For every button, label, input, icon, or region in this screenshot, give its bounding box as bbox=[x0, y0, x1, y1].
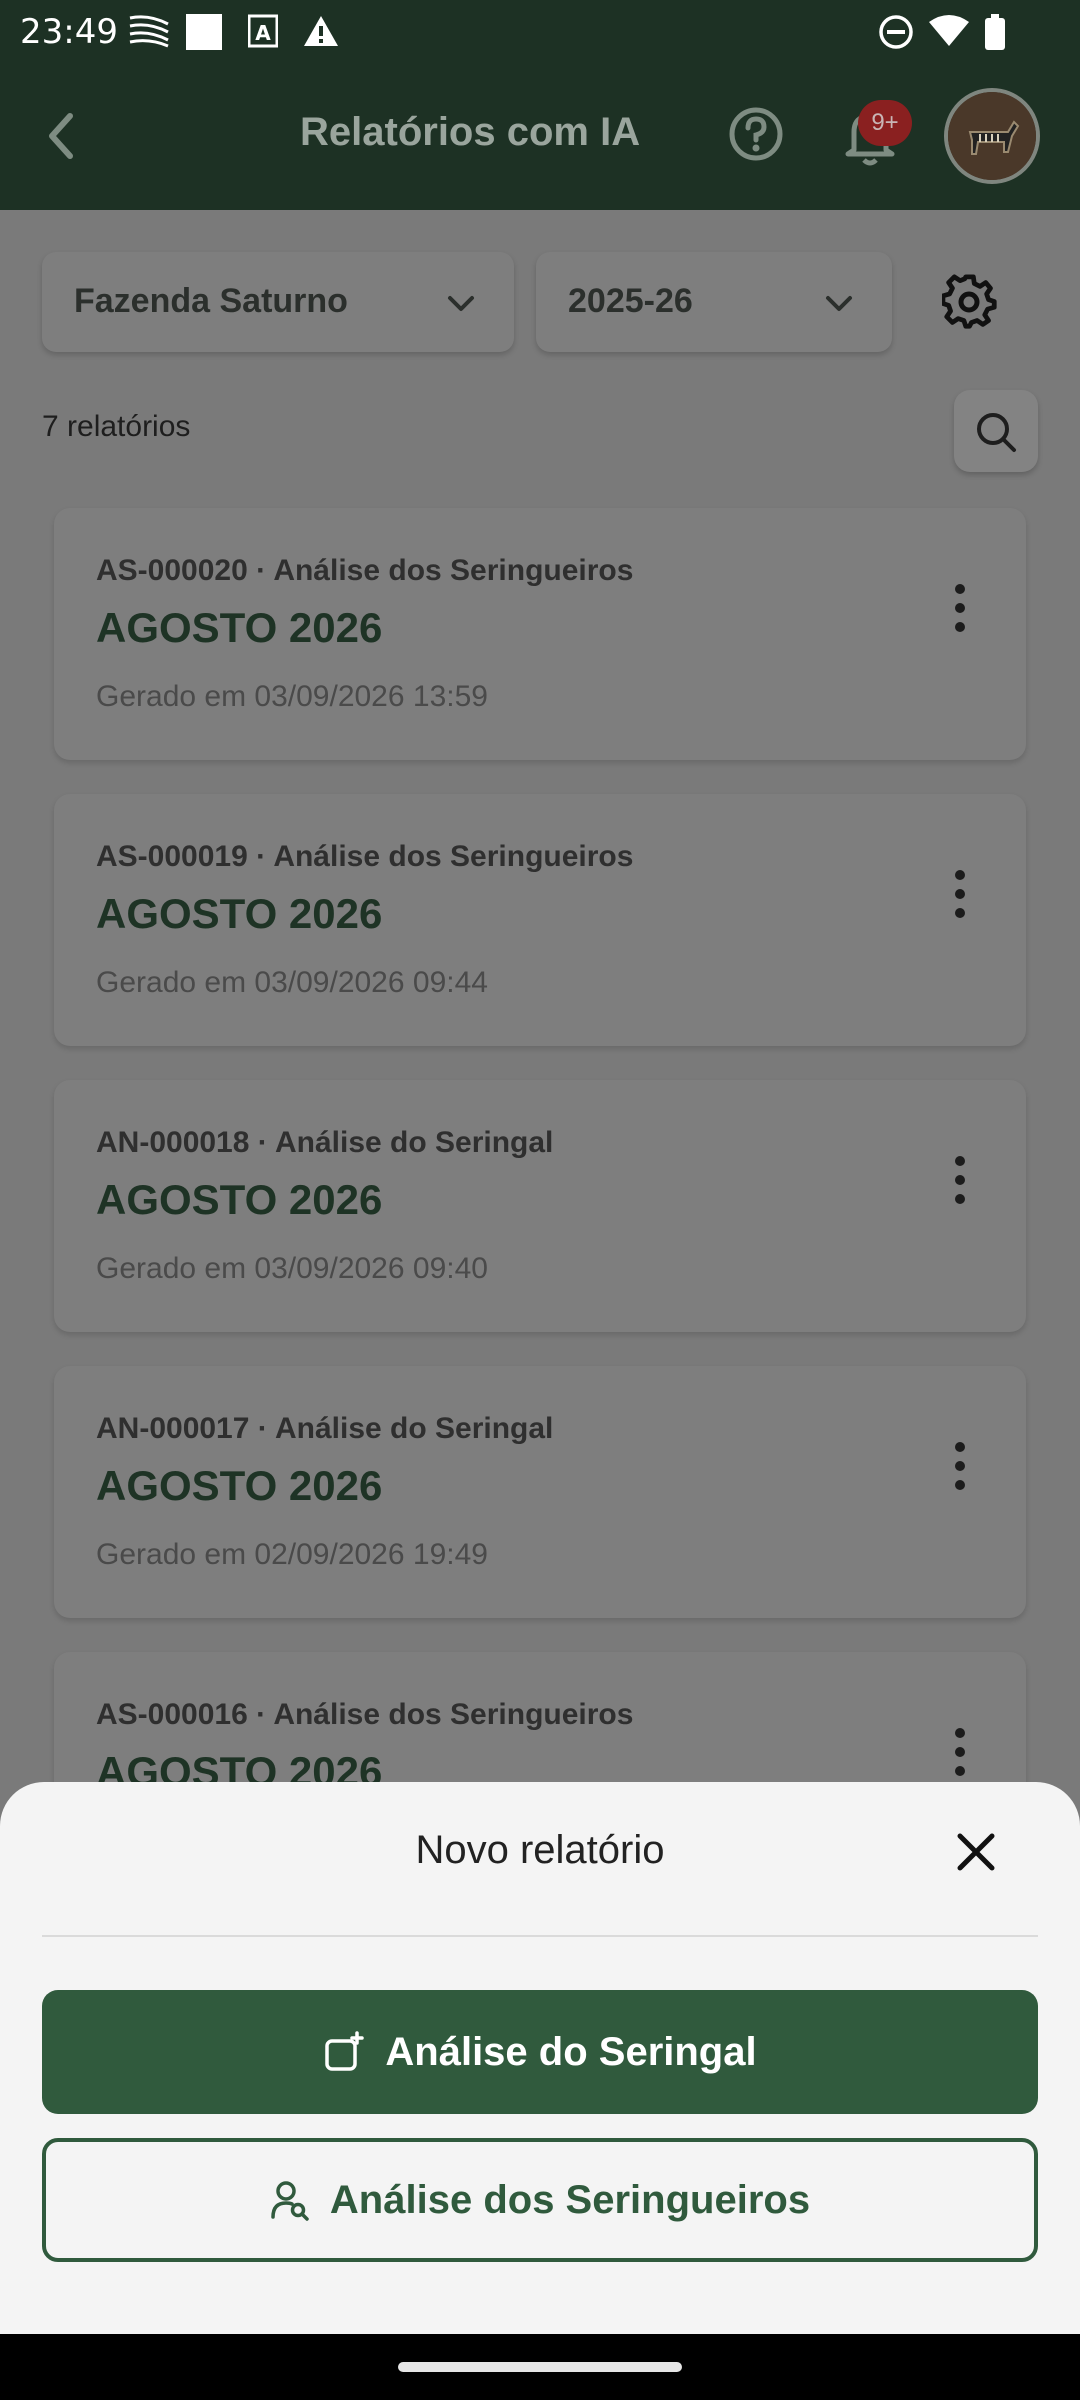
avatar[interactable] bbox=[944, 88, 1040, 184]
page-title: Relatórios com IA bbox=[300, 110, 641, 154]
season-dropdown-label: 2025-26 bbox=[568, 282, 693, 320]
more-options-icon[interactable] bbox=[948, 1156, 972, 1210]
analise-seringal-button[interactable]: Análise do Seringal bbox=[42, 1990, 1038, 2114]
back-arrow-icon[interactable] bbox=[32, 104, 96, 168]
add-report-icon bbox=[325, 2031, 365, 2071]
report-code: AN-000017 · Análise do Seringal bbox=[96, 1412, 554, 1445]
do-not-disturb-icon bbox=[879, 15, 913, 49]
app-bar: Relatórios com IA 9+ bbox=[0, 60, 1080, 210]
close-icon[interactable] bbox=[950, 1826, 1002, 1878]
svg-text:A: A bbox=[255, 21, 271, 45]
search-icon bbox=[977, 413, 1016, 452]
gear-icon[interactable] bbox=[942, 274, 998, 330]
report-period: AGOSTO 2026 bbox=[96, 1462, 383, 1509]
report-code: AS-000019 · Análise dos Seringueiros bbox=[96, 840, 634, 873]
grid-pattern-icon bbox=[129, 15, 169, 48]
report-code: AS-000016 · Análise dos Seringueiros bbox=[96, 1698, 634, 1731]
analise-seringal-label: Análise do Seringal bbox=[385, 2029, 757, 2074]
report-generated-date: Gerado em 02/09/2026 19:49 bbox=[96, 1538, 488, 1571]
text-a-icon: A bbox=[248, 14, 278, 48]
sheet-divider bbox=[42, 1935, 1038, 1937]
chevron-down-icon bbox=[448, 296, 474, 311]
report-code: AN-000018 · Análise do Seringal bbox=[96, 1126, 554, 1159]
search-button[interactable] bbox=[954, 390, 1038, 472]
report-generated-date: Gerado em 03/09/2026 09:44 bbox=[96, 966, 488, 999]
report-count: 7 relatórios bbox=[42, 410, 191, 443]
more-options-icon[interactable] bbox=[948, 1728, 972, 1782]
warning-icon bbox=[304, 16, 338, 46]
report-code: AS-000020 · Análise dos Seringueiros bbox=[96, 554, 634, 587]
battery-icon bbox=[985, 14, 1005, 50]
report-card[interactable]: AS-000019 · Análise dos Seringueiros AGO… bbox=[54, 794, 1026, 1046]
farm-dropdown-label: Fazenda Saturno bbox=[74, 282, 348, 320]
season-dropdown[interactable]: 2025-26 bbox=[536, 252, 892, 352]
more-options-icon[interactable] bbox=[948, 870, 972, 924]
analise-seringueiros-label: Análise dos Seringueiros bbox=[329, 2177, 811, 2222]
report-period: AGOSTO 2026 bbox=[96, 1176, 383, 1223]
chevron-down-icon bbox=[826, 296, 852, 311]
help-circle-icon[interactable] bbox=[726, 104, 786, 164]
report-card[interactable]: AN-000017 · Análise do Seringal AGOSTO 2… bbox=[54, 1366, 1026, 1618]
more-options-icon[interactable] bbox=[948, 1442, 972, 1496]
report-generated-date: Gerado em 03/09/2026 13:59 bbox=[96, 680, 488, 713]
system-nav-bar bbox=[0, 2334, 1080, 2400]
analise-seringueiros-button[interactable]: Análise dos Seringueiros bbox=[42, 2138, 1038, 2262]
home-handle[interactable] bbox=[398, 2362, 682, 2372]
zebra-avatar-icon bbox=[948, 92, 1036, 180]
new-report-sheet: Novo relatório Análise do Seringal Análi… bbox=[0, 1782, 1080, 2334]
status-time: 23:49 bbox=[20, 12, 118, 52]
square-icon bbox=[186, 14, 222, 50]
sheet-title: Novo relatório bbox=[415, 1828, 665, 1872]
report-card[interactable]: AN-000018 · Análise do Seringal AGOSTO 2… bbox=[54, 1080, 1026, 1332]
status-bar: 23:49 A bbox=[0, 0, 1080, 60]
report-period: AGOSTO 2026 bbox=[96, 604, 383, 651]
notification-badge: 9+ bbox=[858, 100, 912, 146]
farm-dropdown[interactable]: Fazenda Saturno bbox=[42, 252, 514, 352]
report-period: AGOSTO 2026 bbox=[96, 890, 383, 937]
person-search-icon bbox=[271, 2181, 309, 2221]
report-card[interactable]: AS-000020 · Análise dos Seringueiros AGO… bbox=[54, 508, 1026, 760]
more-options-icon[interactable] bbox=[948, 584, 972, 638]
wifi-icon bbox=[929, 15, 969, 46]
report-generated-date: Gerado em 03/09/2026 09:40 bbox=[96, 1252, 488, 1285]
